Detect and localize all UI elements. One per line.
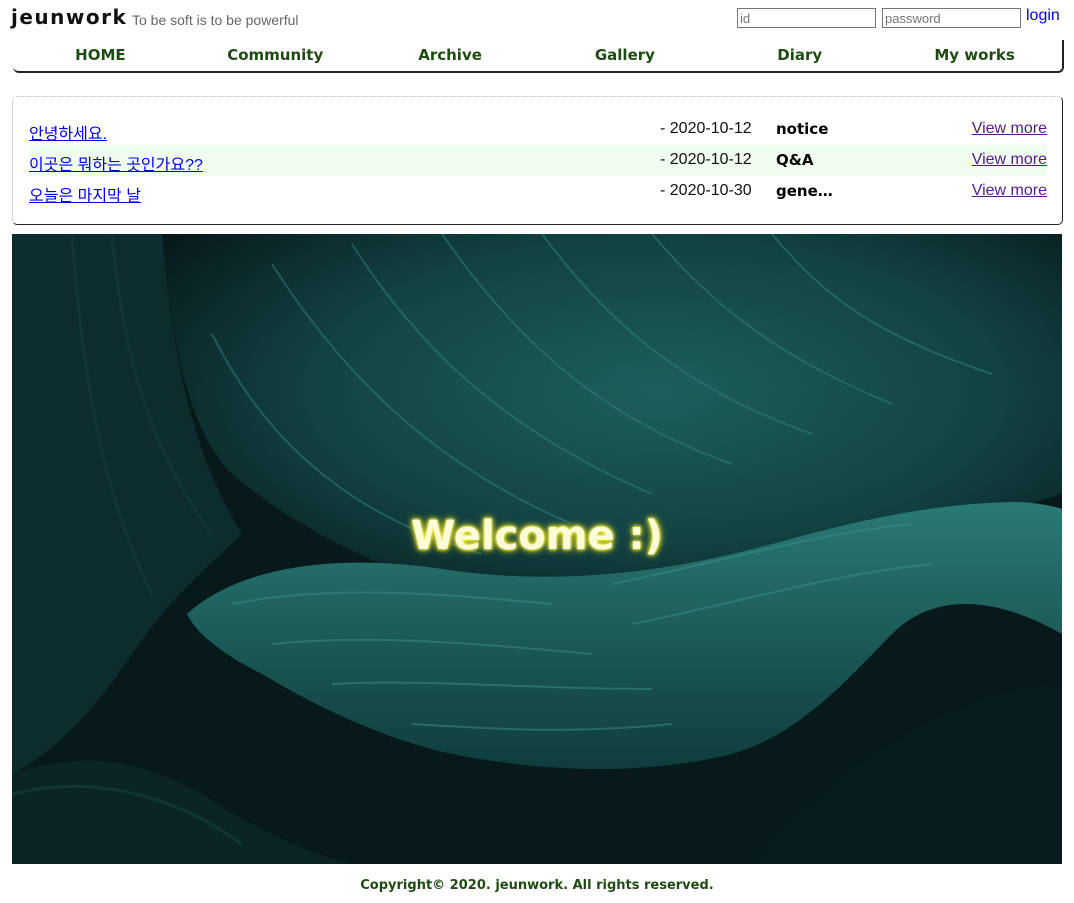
login-link[interactable]: login: [1026, 7, 1060, 25]
post-date: - 2020-10-12: [660, 120, 752, 137]
welcome-text: Welcome :): [411, 513, 663, 559]
post-category: general: [776, 182, 840, 200]
view-more-link[interactable]: View more: [972, 151, 1047, 169]
nav-item-community[interactable]: Community: [188, 40, 363, 71]
site-slogan: To be soft is to be powerful: [132, 12, 299, 28]
post-title-link[interactable]: 오늘은 마지막 날: [29, 182, 141, 206]
post-row: 이곳은 뭐하는 곳인가요?? - 2020-10-12 Q&A View mor…: [29, 145, 1047, 176]
nav-item-diary[interactable]: Diary: [712, 40, 887, 71]
main-nav: HOME Community Archive Gallery Diary My …: [13, 40, 1064, 73]
hero-banner: Welcome :): [12, 234, 1062, 864]
nav-item-home[interactable]: HOME: [13, 40, 188, 71]
post-date: - 2020-10-30: [660, 182, 752, 199]
post-category: notice: [776, 120, 829, 138]
post-title-link[interactable]: 안녕하세요.: [29, 120, 107, 144]
id-input[interactable]: [737, 8, 876, 28]
nav-item-archive[interactable]: Archive: [363, 40, 538, 71]
nav-item-gallery[interactable]: Gallery: [537, 40, 712, 71]
nav-item-my-works[interactable]: My works: [887, 40, 1062, 71]
footer-copyright: Copyright© 2020. jeunwork. All rights re…: [360, 878, 714, 893]
site-logo[interactable]: jeunwork: [11, 5, 127, 29]
view-more-link[interactable]: View more: [972, 120, 1047, 138]
welcome-overlay: Welcome :): [12, 234, 1062, 864]
post-title-link[interactable]: 이곳은 뭐하는 곳인가요??: [29, 151, 203, 175]
password-input[interactable]: [882, 8, 1021, 28]
post-row: 안녕하세요. - 2020-10-12 notice View more: [29, 114, 1047, 145]
view-more-link[interactable]: View more: [972, 182, 1047, 200]
recent-posts-board: 안녕하세요. - 2020-10-12 notice View more 이곳은…: [12, 96, 1063, 225]
post-category: Q&A: [776, 151, 814, 169]
post-row: 오늘은 마지막 날 - 2020-10-30 general View more: [29, 176, 1047, 207]
post-date: - 2020-10-12: [660, 151, 752, 168]
